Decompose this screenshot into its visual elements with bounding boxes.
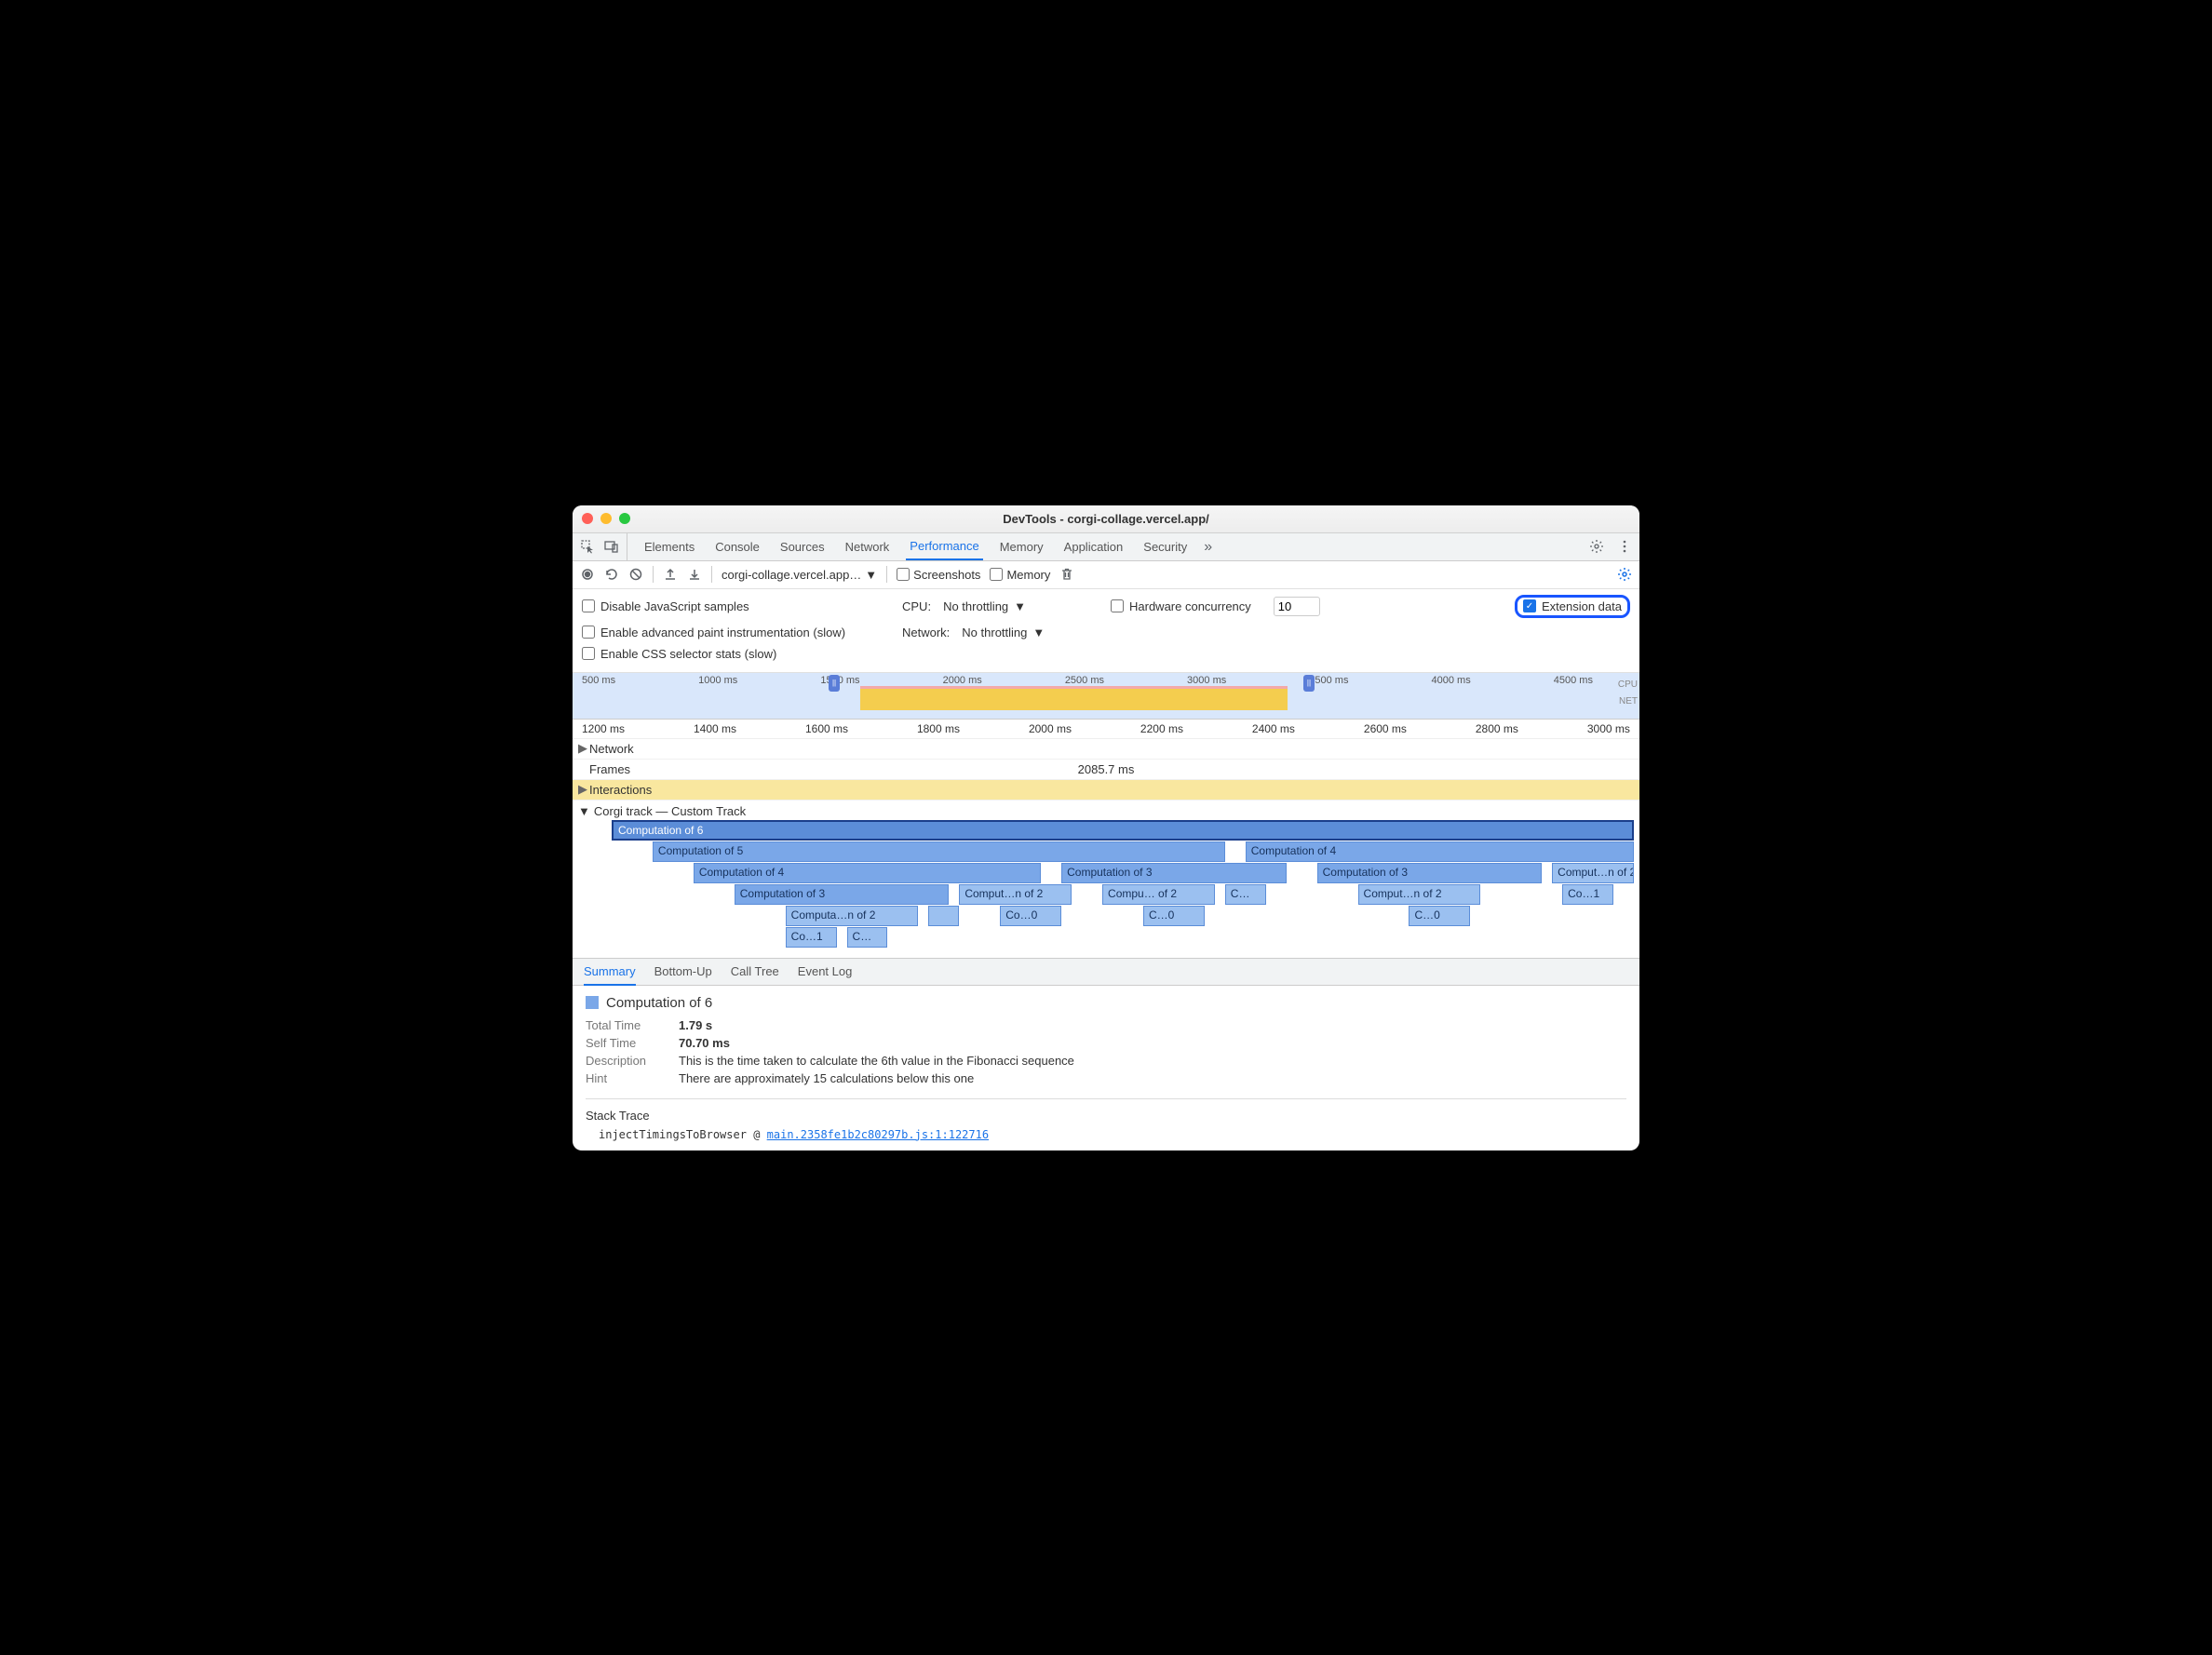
tab-summary[interactable]: Summary (584, 959, 636, 986)
total-time-value: 1.79 s (679, 1018, 712, 1032)
hw-concurrency-input[interactable] (1274, 597, 1320, 616)
screenshots-checkbox[interactable]: Screenshots (897, 568, 980, 582)
tab-memory[interactable]: Memory (996, 533, 1047, 560)
flame-bar[interactable]: Co…1 (1562, 884, 1613, 905)
memory-checkbox[interactable]: Memory (990, 568, 1050, 582)
gear-icon[interactable] (1589, 539, 1604, 554)
upload-icon[interactable] (663, 567, 678, 582)
tab-performance[interactable]: Performance (906, 533, 982, 560)
flame-bar[interactable]: C… (1225, 884, 1266, 905)
detail-tabs: Summary Bottom-Up Call Tree Event Log (573, 958, 1639, 986)
more-tabs-icon[interactable]: » (1204, 539, 1219, 554)
network-label: Network: (902, 626, 950, 639)
device-toolbar-icon[interactable] (604, 539, 619, 554)
download-icon[interactable] (687, 567, 702, 582)
kebab-icon[interactable] (1617, 539, 1632, 554)
flame-bar[interactable]: Computation of 3 (735, 884, 950, 905)
check-icon: ✓ (1523, 599, 1536, 612)
paint-instrumentation-checkbox[interactable]: Enable advanced paint instrumentation (s… (582, 626, 880, 639)
performance-toolbar: corgi-collage.vercel.app…▼ Screenshots M… (573, 561, 1639, 589)
flame-bar[interactable]: Computation of 6 (612, 820, 1634, 841)
flame-chart[interactable]: Computation of 6 Computation of 5 Comput… (612, 820, 1634, 948)
color-swatch (586, 996, 599, 1009)
flame-bar[interactable]: C…0 (1409, 906, 1470, 926)
self-time-value: 70.70 ms (679, 1036, 730, 1050)
tab-call-tree[interactable]: Call Tree (731, 959, 779, 985)
stack-trace-link[interactable]: main.2358fe1b2c80297b.js:1:122716 (767, 1128, 989, 1141)
flame-bar[interactable]: Computation of 3 (1061, 863, 1287, 883)
traffic-lights (582, 513, 630, 524)
flame-bar[interactable]: Comput…n of 2 (1552, 863, 1634, 883)
trash-icon[interactable] (1059, 567, 1074, 582)
tab-sources[interactable]: Sources (776, 533, 829, 560)
devtools-window: DevTools - corgi-collage.vercel.app/ Ele… (573, 505, 1639, 1150)
flame-bar[interactable]: Co…1 (786, 927, 837, 948)
chevron-down-icon: ▼ (578, 804, 590, 818)
tab-application[interactable]: Application (1060, 533, 1127, 560)
cpu-throttling-select[interactable]: No throttling▼ (938, 598, 1031, 615)
chevron-right-icon: ▶ (578, 741, 589, 756)
timeline-overview[interactable]: 500 ms 1000 ms 1500 ms 2000 ms 2500 ms 3… (573, 673, 1639, 720)
overview-activity (860, 686, 1287, 710)
range-handle-right[interactable]: || (1303, 675, 1315, 692)
capture-settings: Disable JavaScript samples CPU: No throt… (573, 589, 1639, 673)
hint-value: There are approximately 15 calculations … (679, 1071, 974, 1085)
flame-bar[interactable]: Computation of 4 (1246, 841, 1634, 862)
flame-bar[interactable]: Computation of 3 (1317, 863, 1543, 883)
frames-track[interactable]: Frames2085.7 ms (573, 760, 1639, 780)
stack-trace-title: Stack Trace (586, 1109, 1626, 1123)
tab-network[interactable]: Network (842, 533, 894, 560)
inspect-icon[interactable] (580, 539, 595, 554)
tab-console[interactable]: Console (711, 533, 763, 560)
network-track[interactable]: ▶Network (573, 739, 1639, 760)
flame-bar[interactable] (928, 906, 959, 926)
flame-bar[interactable]: C…0 (1143, 906, 1205, 926)
reload-icon[interactable] (604, 567, 619, 582)
hw-concurrency-checkbox[interactable]: Hardware concurrency (1111, 599, 1251, 613)
chevron-right-icon: ▶ (578, 782, 589, 797)
custom-track-header[interactable]: ▼Corgi track — Custom Track (578, 802, 1634, 820)
summary-panel: Computation of 6 Total Time1.79 s Self T… (573, 986, 1639, 1150)
custom-track: ▼Corgi track — Custom Track Computation … (573, 801, 1639, 958)
flame-bar[interactable]: Comput…n of 2 (1358, 884, 1481, 905)
range-handle-left[interactable]: || (829, 675, 840, 692)
tab-security[interactable]: Security (1140, 533, 1191, 560)
record-icon[interactable] (580, 567, 595, 582)
devtools-tabs: Elements Console Sources Network Perform… (573, 533, 1639, 561)
flame-bar[interactable]: Computa…n of 2 (786, 906, 919, 926)
description-value: This is the time taken to calculate the … (679, 1054, 1074, 1068)
window-title: DevTools - corgi-collage.vercel.app/ (1003, 512, 1209, 526)
maximize-button[interactable] (619, 513, 630, 524)
network-throttling-select[interactable]: No throttling▼ (957, 624, 1049, 641)
clear-icon[interactable] (628, 567, 643, 582)
disable-js-checkbox[interactable]: Disable JavaScript samples (582, 599, 880, 613)
flame-bar[interactable]: Co…0 (1000, 906, 1061, 926)
interactions-track[interactable]: ▶Interactions (573, 780, 1639, 801)
flame-bar[interactable]: Compu… of 2 (1102, 884, 1215, 905)
flame-bar[interactable]: C… (847, 927, 888, 948)
timeline-ruler[interactable]: 1200 ms 1400 ms 1600 ms 1800 ms 2000 ms … (573, 720, 1639, 739)
summary-title: Computation of 6 (606, 995, 712, 1011)
tab-event-log[interactable]: Event Log (798, 959, 853, 985)
close-button[interactable] (582, 513, 593, 524)
flame-bar[interactable]: Comput…n of 2 (959, 884, 1072, 905)
tab-bottom-up[interactable]: Bottom-Up (654, 959, 712, 985)
capture-settings-icon[interactable] (1617, 567, 1632, 582)
recording-dropdown[interactable]: corgi-collage.vercel.app…▼ (722, 568, 877, 582)
minimize-button[interactable] (600, 513, 612, 524)
extension-data-checkbox[interactable]: ✓ Extension data (1523, 599, 1622, 613)
tab-elements[interactable]: Elements (641, 533, 698, 560)
flame-bar[interactable]: Computation of 4 (694, 863, 1041, 883)
flame-bar[interactable]: Computation of 5 (653, 841, 1225, 862)
title-bar: DevTools - corgi-collage.vercel.app/ (573, 505, 1639, 533)
css-stats-checkbox[interactable]: Enable CSS selector stats (slow) (582, 647, 776, 661)
cpu-label: CPU: (902, 599, 931, 613)
